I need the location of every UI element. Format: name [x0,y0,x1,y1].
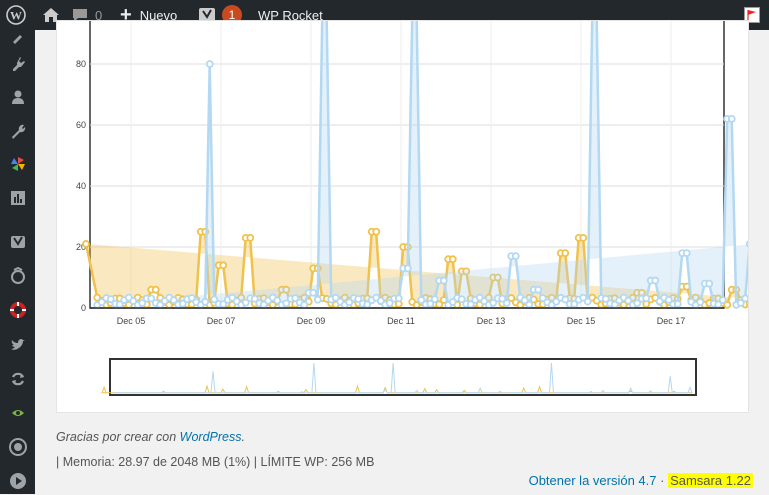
svg-text:W: W [10,9,22,23]
play-icon[interactable] [0,467,35,495]
stats-icon[interactable] [0,184,35,212]
data-point [309,288,318,297]
lifebuoy-icon[interactable] [0,296,35,324]
chart: 020406080Dec 05 Dec 07 Dec 09 Dec 11 Dec 13 D… [76,21,748,396]
thanks-period: . [241,430,245,444]
stats-panel: 0 20 40 60 80 Dec 05 Dec 07 Dec 09 Dec 11 Dec 13 D… [56,20,749,413]
appearance-icon[interactable] [0,24,35,52]
data-point [534,285,543,294]
data-point [705,279,714,288]
sync-icon[interactable] [0,365,35,393]
plugins-icon[interactable] [0,50,35,78]
pinwheel-icon[interactable] [0,150,35,178]
data-point [673,300,682,308]
data-point [219,261,228,270]
data-point [300,301,309,309]
x-tick-label: Dec 11 [387,316,415,326]
data-point [727,115,736,123]
backup-icon[interactable] [0,262,35,290]
x-tick-label: Dec 07 [207,316,236,326]
x-tick-label: Dec 15 [567,316,596,326]
data-point [583,297,592,306]
x-tick-label: Dec 09 [297,316,326,326]
samsara-version: Samsara 1.22 [668,473,753,488]
navigator-frame [109,358,697,396]
data-point [82,240,90,248]
admin-sidebar [0,30,35,494]
tools-icon[interactable] [0,117,35,145]
data-point [511,252,520,261]
x-tick-label: Dec 13 [477,316,506,326]
data-point [313,295,322,304]
wordpress-link[interactable]: WordPress [180,430,242,444]
users-icon[interactable] [0,83,35,111]
data-point [439,276,448,285]
y-tick-label: 40 [76,181,86,191]
data-point [696,298,705,307]
data-point [430,295,439,304]
data-point [448,255,457,264]
eye-icon[interactable] [0,399,35,427]
data-point [502,299,511,308]
data-point [403,264,412,273]
footer-thanks: Gracias por crear con WordPress. [56,430,245,444]
data-point [372,227,381,236]
twitter-icon[interactable] [0,331,35,359]
data-point [579,233,588,242]
update-version-link[interactable]: Obtener la versión 4.7 [529,473,657,488]
data-point [741,294,748,303]
memory-info: | Memoria: 28.97 de 2048 MB (1%) | LÍMIT… [56,455,375,469]
data-point [201,297,210,306]
data-point [205,60,214,68]
data-point [525,300,534,309]
data-point [246,233,255,242]
data-point [718,296,727,305]
thanks-text: Gracias por crear con [56,430,177,444]
wordpress-icon[interactable] [0,433,35,461]
data-point [394,294,403,303]
data-point [682,249,691,258]
yoast-icon[interactable] [0,228,35,256]
data-point [151,285,160,294]
version-separator: · [656,473,669,488]
x-tick-label: Dec 17 [657,316,686,326]
y-tick-label: 0 [81,303,86,313]
x-tick-label: Dec 05 [117,316,146,326]
y-tick-label: 60 [76,120,86,130]
y-tick-label: 80 [76,59,86,69]
data-point [651,276,660,285]
version-info: Obtener la versión 4.7 · Samsara 1.22 [529,473,753,488]
data-point [561,249,570,258]
data-point [642,294,651,303]
data-point [745,240,748,248]
